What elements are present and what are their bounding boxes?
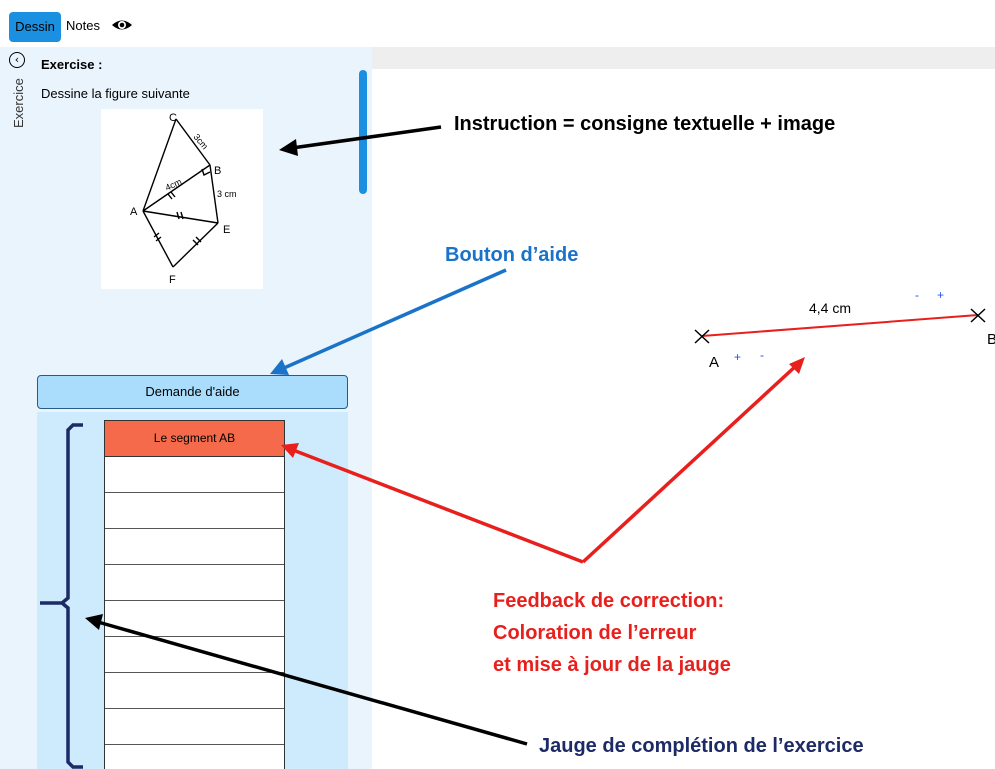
gauge-item bbox=[105, 637, 284, 673]
gauge-item-segment-ab[interactable]: Le segment AB bbox=[104, 420, 285, 457]
exercise-instruction: Dessine la figure suivante bbox=[41, 86, 190, 101]
canvas-toolbar-strip bbox=[372, 47, 995, 69]
tab-bar: Dessin Notes bbox=[0, 0, 995, 42]
exercise-title: Exercise : bbox=[41, 57, 103, 72]
side-column bbox=[0, 47, 34, 769]
annotation-feedback-line-3: et mise à jour de la jauge bbox=[493, 654, 731, 676]
tab-dessin[interactable]: Dessin bbox=[9, 12, 61, 42]
eye-icon[interactable] bbox=[110, 15, 134, 35]
exercise-vertical-label: Exercice bbox=[11, 78, 26, 128]
annotation-instruction: Instruction = consigne textuelle + image bbox=[454, 113, 836, 135]
gauge-item bbox=[105, 673, 284, 709]
gauge-item bbox=[105, 529, 284, 565]
figure-length-cb: 3cm bbox=[191, 132, 210, 151]
annotation-feedback-line-2: Coloration de l’erreur bbox=[493, 622, 697, 644]
annotation-gauge: Jauge de complétion de l’exercice bbox=[539, 735, 864, 757]
gauge-item bbox=[105, 601, 284, 637]
annotation-feedback-line-1: Feedback de correction: bbox=[493, 590, 725, 612]
tab-notes[interactable]: Notes bbox=[66, 18, 100, 33]
annotation-feedback: Feedback de correction: Coloration de l’… bbox=[493, 585, 731, 681]
figure-label-f: F bbox=[169, 274, 176, 286]
gauge-item bbox=[105, 493, 284, 529]
gauge-item bbox=[105, 565, 284, 601]
figure-label-b: B bbox=[214, 165, 221, 177]
figure-label-c: C bbox=[169, 112, 177, 124]
chevron-left-icon[interactable]: ‹ bbox=[9, 52, 25, 68]
exercise-figure: C B A E F 3cm 3 cm 4cm bbox=[101, 109, 263, 289]
panel-scrollbar[interactable] bbox=[359, 70, 367, 194]
figure-label-e: E bbox=[223, 224, 230, 236]
annotation-help-button: Bouton d’aide bbox=[445, 244, 579, 266]
figure-length-be: 3 cm bbox=[217, 189, 237, 199]
help-request-button[interactable]: Demande d'aide bbox=[37, 375, 348, 409]
completion-gauge: Le segment AB bbox=[104, 420, 285, 769]
figure-label-a: A bbox=[130, 206, 138, 218]
gauge-item bbox=[105, 745, 284, 769]
gauge-item bbox=[105, 709, 284, 745]
gauge-item bbox=[105, 457, 284, 493]
